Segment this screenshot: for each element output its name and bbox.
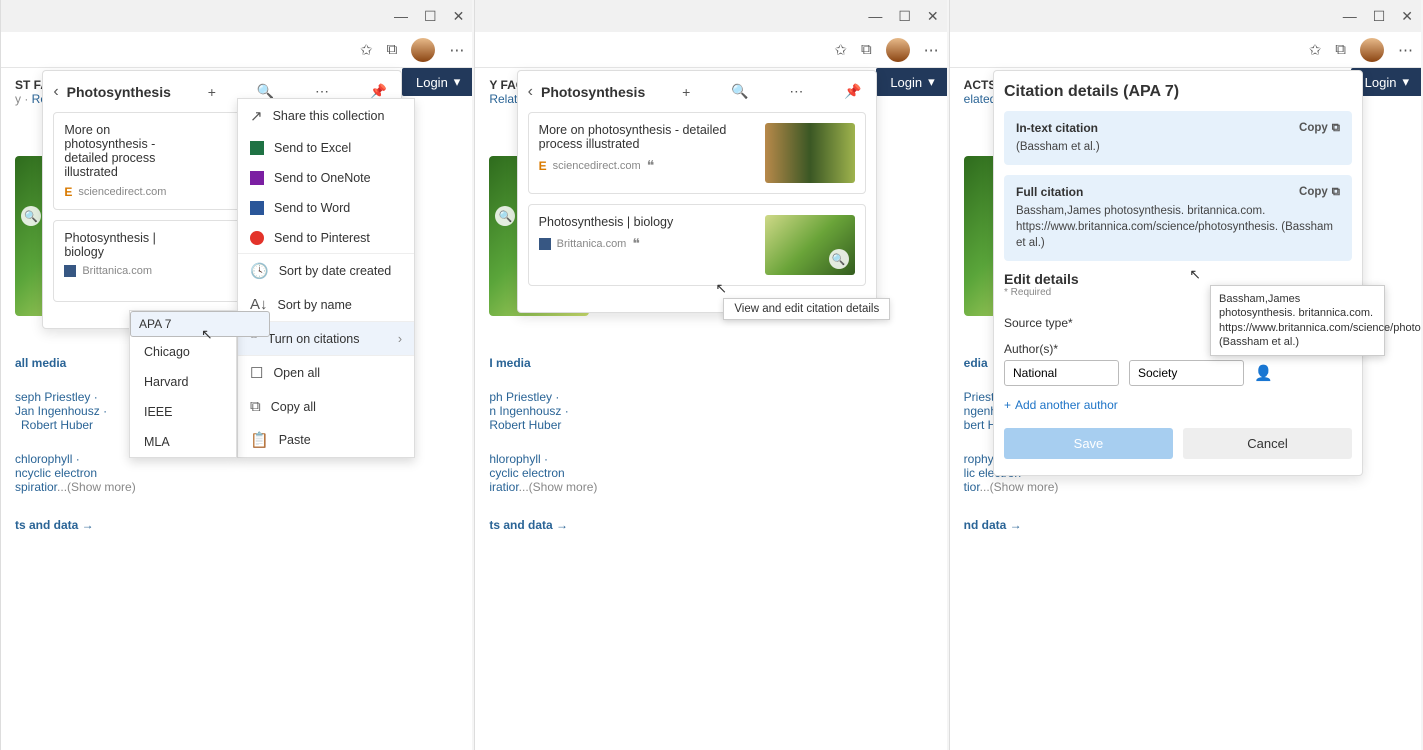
citation-tooltip: Bassham,James photosynthesis. britannica…: [1210, 285, 1385, 356]
citation-heading: Citation details (APA 7): [1004, 83, 1352, 101]
style-harvard[interactable]: Harvard: [130, 367, 236, 397]
person-icon[interactable]: 👤: [1254, 364, 1273, 382]
cursor-icon: ↖: [201, 326, 213, 343]
cancel-button[interactable]: Cancel: [1183, 428, 1352, 459]
menu-paste[interactable]: 📋Paste: [238, 423, 414, 457]
citation-icon[interactable]: ❝: [632, 235, 640, 252]
style-apa7[interactable]: APA 7: [130, 311, 270, 337]
minimize-button[interactable]: —: [394, 8, 408, 24]
card-2[interactable]: Photosynthesis | biology Brittanica.com❝…: [528, 204, 866, 286]
menu-pinterest[interactable]: Send to Pinterest: [238, 223, 414, 253]
more-icon[interactable]: ⋯: [449, 41, 464, 59]
browser-toolbar: ✩ ⧉ ⋯: [1, 32, 472, 68]
menu-openall[interactable]: ☐Open all: [238, 356, 414, 390]
menu-copyall[interactable]: ⧉Copy all: [238, 390, 414, 423]
menu-share[interactable]: ↗Share this collection: [238, 99, 414, 133]
favorite-icon[interactable]: ✩: [360, 41, 373, 59]
author-first-input[interactable]: [1004, 360, 1119, 386]
frame-2: → —☐✕ ✩⧉⋯ Login▾ Y FACTS Related Co 🔍 I …: [474, 0, 946, 750]
profile-avatar[interactable]: [411, 38, 435, 62]
menu-onenote[interactable]: Send to OneNote: [238, 163, 414, 193]
panel-title: Photosynthesis: [67, 84, 171, 100]
add-author-link[interactable]: +Add another author: [1004, 398, 1352, 412]
context-menu: ↗Share this collection Send to Excel Sen…: [237, 98, 415, 458]
card-1[interactable]: More on photosynthesis - detailed proces…: [528, 112, 866, 194]
frame-3: → —☐✕ ✩⧉⋯ Login▾ ACTS elated Co edia Pri…: [949, 0, 1421, 750]
copy-intext-button[interactable]: Copy ⧉: [1299, 121, 1340, 135]
menu-word[interactable]: Send to Word: [238, 193, 414, 223]
menu-excel[interactable]: Send to Excel: [238, 133, 414, 163]
back-icon[interactable]: ‹: [53, 83, 58, 101]
maximize-button[interactable]: ☐: [424, 8, 437, 25]
cursor-icon: ↖: [1189, 266, 1201, 283]
copy-full-button[interactable]: Copy ⧉: [1299, 185, 1340, 199]
menu-sort-date[interactable]: 🕓Sort by date created: [238, 254, 414, 288]
style-ieee[interactable]: IEEE: [130, 397, 236, 427]
full-citation: Full citationCopy ⧉ Bassham,James photos…: [1004, 175, 1352, 261]
window-titlebar: — ☐ ✕: [1, 0, 472, 32]
source-type-label: Source type*: [1004, 316, 1202, 330]
frame-1: — ☐ ✕ ✩ ⧉ ⋯ Login▾ ST FACTS y · Related …: [0, 0, 472, 750]
citation-details-panel: Citation details (APA 7) In-text citatio…: [993, 70, 1363, 476]
author-last-input[interactable]: [1129, 360, 1244, 386]
close-button[interactable]: ✕: [453, 8, 465, 25]
intext-citation: In-text citationCopy ⧉ (Bassham et al.): [1004, 111, 1352, 165]
citation-submenu: APA 7 Chicago Harvard IEEE MLA: [129, 310, 237, 458]
citation-icon[interactable]: ❝: [647, 157, 655, 174]
cursor-icon: ↖: [715, 280, 727, 297]
collections-icon[interactable]: ⧉: [387, 41, 398, 58]
style-mla[interactable]: MLA: [130, 427, 236, 457]
tooltip-citation: View and edit citation details: [723, 298, 890, 320]
add-icon[interactable]: +: [204, 80, 220, 104]
save-button[interactable]: Save: [1004, 428, 1173, 459]
collections-panel: ‹ Photosynthesis + 🔍 ⋯ 📌 More on photosy…: [517, 70, 877, 313]
style-chicago[interactable]: Chicago: [130, 337, 236, 367]
